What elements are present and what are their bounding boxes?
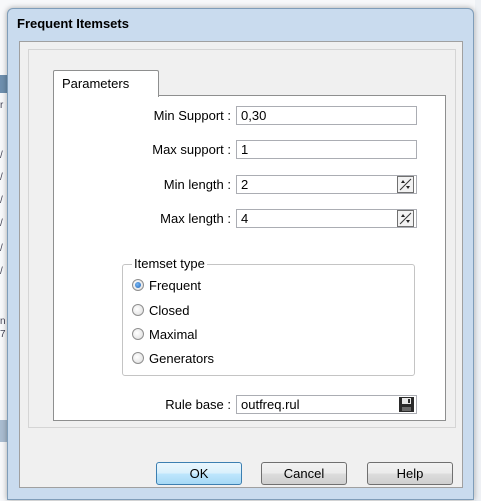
dialog-window: Frequent Itemsets Parameters Min Support… (7, 8, 474, 500)
radio-unchecked-icon[interactable] (132, 352, 144, 364)
itemset-type-group: Itemset type Frequent Closed Maximal Gen… (122, 256, 415, 376)
radio-generators-label: Generators (149, 351, 215, 366)
radio-frequent-label: Frequent (149, 278, 202, 293)
max-length-label: Max length : (160, 211, 231, 226)
background-mark: / (0, 195, 3, 206)
background-edge (475, 0, 481, 501)
background-mark: / (0, 150, 3, 161)
background-mark: n (0, 316, 6, 327)
cancel-button[interactable]: Cancel (261, 462, 347, 485)
radio-maximal-label: Maximal (149, 327, 198, 342)
ok-button[interactable]: OK (156, 462, 242, 485)
background-mark: / (0, 266, 3, 277)
max-length-spin-button[interactable] (397, 210, 414, 227)
spin-up-down-icon (399, 178, 412, 191)
radio-unchecked-icon[interactable] (132, 328, 144, 340)
max-support-input[interactable] (236, 140, 417, 159)
help-button[interactable]: Help (367, 462, 453, 485)
dialog-client-area: Parameters Min Support : Max support : M… (19, 41, 463, 488)
min-length-input[interactable] (236, 175, 417, 194)
background-mark: 7 (0, 329, 6, 340)
dialog-title: Frequent Itemsets (17, 16, 129, 31)
itemset-type-legend: Itemset type (132, 256, 207, 271)
rule-base-save-button[interactable] (398, 396, 415, 413)
rule-base-input[interactable] (236, 395, 417, 414)
parameters-panel: Min Support : Max support : Min length : (53, 95, 446, 421)
radio-unchecked-icon[interactable] (132, 304, 144, 316)
title-bar[interactable]: Frequent Itemsets (8, 9, 473, 41)
rule-base-label: Rule base : (165, 397, 231, 412)
min-support-input[interactable] (236, 106, 417, 125)
max-support-label: Max support : (152, 142, 231, 157)
radio-closed-label: Closed (149, 303, 190, 318)
spin-up-down-icon (399, 212, 412, 225)
min-length-spin-button[interactable] (397, 176, 414, 193)
min-support-label: Min Support : (153, 108, 231, 123)
radio-checked-icon[interactable] (132, 279, 144, 291)
background-mark: / (0, 218, 3, 229)
background-mark: r (0, 100, 4, 111)
background-mark: / (0, 172, 3, 183)
tab-parameters[interactable]: Parameters (53, 70, 159, 97)
min-length-label: Min length : (163, 177, 231, 192)
max-length-input[interactable] (236, 209, 417, 228)
tab-parameters-label: Parameters (62, 76, 130, 91)
content-frame: Parameters Min Support : Max support : M… (28, 49, 456, 428)
background-mark: / (0, 243, 3, 254)
floppy-disk-icon (399, 397, 414, 412)
